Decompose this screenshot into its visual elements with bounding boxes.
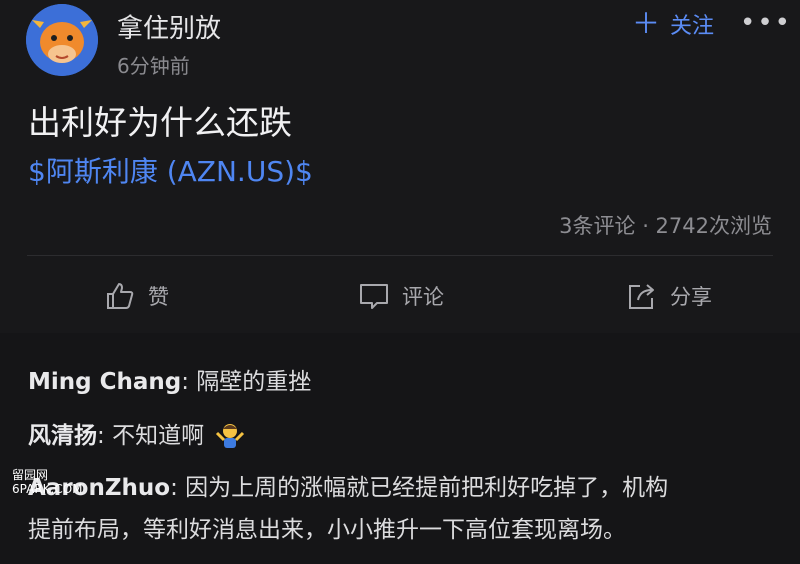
- comment-icon: [360, 284, 388, 309]
- comment-item[interactable]: 风清扬: 不知道啊: [28, 416, 245, 450]
- comment-item[interactable]: Ming Chang: 隔壁的重挫: [28, 362, 311, 396]
- comment-author[interactable]: 风清扬: [28, 423, 97, 449]
- comment-button[interactable]: 评论: [358, 276, 444, 316]
- cow-avatar-icon: [26, 4, 98, 76]
- post-title: 出利好为什么还跌: [28, 103, 292, 142]
- post-card: 拿住别放 6分钟前 ＋ 关注 ••• 出利好为什么还跌 $阿斯利康 (AZN.U…: [0, 0, 800, 333]
- follow-label: 关注: [670, 14, 715, 39]
- ticker-link[interactable]: $阿斯利康 (AZN.US)$: [28, 150, 313, 190]
- more-options-icon[interactable]: •••: [740, 8, 792, 38]
- comment-item[interactable]: AaronZhuo: 因为上周的涨幅就已经提前把利好吃掉了，机构: [28, 468, 668, 502]
- watermark-line1: 留园网: [12, 468, 49, 482]
- share-button[interactable]: 分享: [626, 276, 712, 316]
- comment-text: 不知道啊: [112, 423, 205, 449]
- share-label: 分享: [670, 285, 712, 309]
- follow-button[interactable]: ＋ 关注: [632, 8, 714, 40]
- watermark-line2: 6PARK.COM: [12, 482, 83, 496]
- comment-text-continued: 提前布局，等利好消息出来，小小推升一下高位套现离场。: [28, 517, 626, 543]
- comment-text: 隔壁的重挫: [196, 369, 312, 395]
- divider: [27, 255, 773, 256]
- plus-icon: ＋: [632, 7, 661, 40]
- post-time: 6分钟前: [117, 54, 190, 78]
- like-label: 赞: [148, 285, 169, 309]
- username[interactable]: 拿住别放: [117, 8, 221, 45]
- shrug-emoji-icon: [216, 424, 245, 448]
- watermark: 留园网 6PARK.COM: [12, 468, 83, 496]
- comment-label: 评论: [402, 285, 444, 309]
- comment-text: 因为上周的涨幅就已经提前把利好吃掉了，机构: [185, 475, 669, 501]
- thumbs-up-icon: [107, 283, 134, 309]
- avatar[interactable]: [26, 4, 98, 76]
- like-button[interactable]: 赞: [104, 276, 169, 316]
- share-icon: [629, 284, 654, 309]
- post-stats: 3条评论 · 2742次浏览: [559, 214, 772, 238]
- comment-author[interactable]: Ming Chang: [28, 369, 181, 395]
